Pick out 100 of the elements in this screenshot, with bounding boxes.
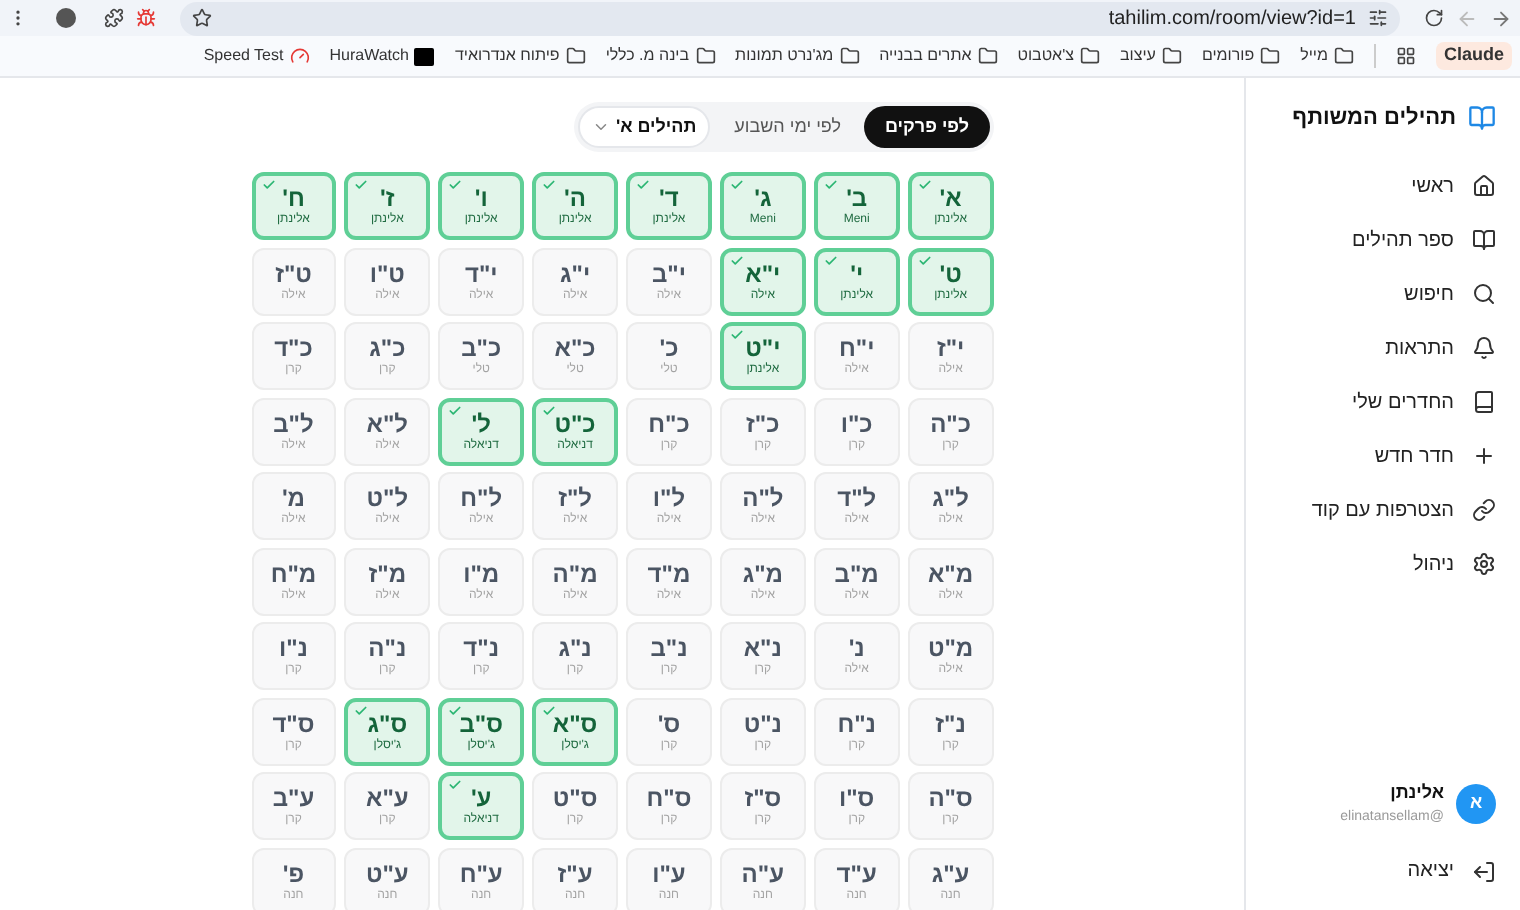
logout-link[interactable]: יציאה: [1407, 856, 1454, 886]
chapter-number: ט"ו: [369, 259, 405, 287]
chapter-number: פ': [282, 859, 305, 887]
chapter-number: ס"ח: [646, 784, 692, 812]
user-avatar: א: [1456, 784, 1496, 824]
chapter-number: מ"ו: [463, 559, 500, 587]
address-bar[interactable]: tahilim.com/room/view?id=1: [180, 1, 1400, 35]
chapter-number: ט': [939, 259, 962, 287]
logout-icon: [1472, 859, 1496, 883]
chapter-number: כ"ז: [746, 409, 780, 437]
open-book-icon: [1468, 104, 1496, 133]
bookmark-link[interactable]: בינה מ. כללי: [605, 44, 690, 68]
check-icon: [448, 778, 463, 792]
chapter-number: נ"ז: [935, 709, 966, 737]
bookmark-link[interactable]: פורומים: [1201, 44, 1255, 68]
folder-icon: [1333, 46, 1354, 66]
chapter-number: י': [850, 259, 864, 287]
chapter-number: ע': [470, 784, 492, 812]
chapter-number: ס"א: [552, 709, 598, 737]
folder-icon: [1161, 46, 1182, 66]
chapter-number: י"ד: [464, 259, 498, 287]
chapter-number: מ"ד: [647, 559, 691, 587]
chapter-number: ל"ט: [366, 484, 409, 512]
bug-icon[interactable]: [136, 8, 156, 28]
bookmark-link[interactable]: Speed Test: [203, 44, 284, 68]
chapter-number: ס': [657, 709, 681, 737]
book-icon: [1472, 390, 1496, 414]
bookmark-link[interactable]: מייל: [1300, 44, 1328, 68]
check-icon: [542, 178, 557, 192]
sidebar-item[interactable]: הצטרפות עם קוד: [1311, 495, 1454, 525]
sidebar-item[interactable]: חיפוש: [1404, 279, 1454, 309]
chapter-number: ל"א: [366, 409, 409, 437]
chapter-number: נ"ג: [558, 634, 592, 662]
check-icon: [918, 253, 933, 267]
chapter-number: ט"ז: [275, 259, 312, 287]
chapter-number: ל"ח: [460, 484, 503, 512]
folder-icon: [1260, 46, 1281, 66]
chapter-number: ל"ג: [932, 484, 969, 512]
bookmark-link[interactable]: פיתוח אנדרואיד: [454, 44, 560, 68]
chapter-number: ס"ו: [839, 784, 875, 812]
chapter-number: י"ז: [936, 334, 965, 362]
check-icon: [730, 253, 745, 267]
tune-icon[interactable]: [1368, 8, 1388, 28]
chapter-number: ע"ה: [741, 859, 785, 887]
bookmark-link[interactable]: HuraWatch: [329, 44, 409, 68]
book-select[interactable]: תהילים א': [578, 106, 711, 148]
bookmark-chip[interactable]: Claude: [1435, 42, 1512, 70]
chapter-number: ל"ה: [742, 484, 784, 512]
chapter-number: י"ח: [838, 334, 875, 362]
open-book-icon: [1472, 228, 1496, 252]
chapter-number: מ"ט: [927, 634, 974, 662]
chapter-number: ל"ז: [558, 484, 592, 512]
apps-grid-icon[interactable]: [1395, 46, 1416, 66]
chapter-number: כ"ח: [648, 409, 690, 437]
chapter-number: ז': [380, 184, 395, 212]
chapter-number: מ"ה: [552, 559, 598, 587]
app-title: תהילים המשותף: [1292, 104, 1456, 134]
bookmark-link[interactable]: עיצוב: [1119, 44, 1156, 68]
sidebar-item[interactable]: ספר תהילים: [1351, 225, 1454, 255]
check-icon: [824, 253, 839, 267]
chapter-number: ע"א: [366, 784, 409, 812]
bookmark-link[interactable]: צ'אטבוט: [1017, 44, 1074, 68]
chapter-number: ל"ד: [837, 484, 877, 512]
chapter-number: כ"ו: [840, 409, 873, 437]
check-icon: [542, 703, 557, 717]
chapter-number: ס"ה: [928, 784, 973, 812]
bell-icon: [1472, 336, 1496, 360]
chapter-number: כ"ב: [461, 334, 502, 362]
sidebar-item[interactable]: החדרים שלי: [1352, 387, 1454, 417]
chapter-number: ב': [846, 184, 868, 212]
chapter-number: ג': [754, 184, 772, 212]
sidebar-item[interactable]: התראות: [1385, 333, 1454, 363]
chapter-number: כ"א: [554, 334, 596, 362]
view-tab[interactable]: לפי ימי השבוע: [714, 106, 861, 148]
check-icon: [730, 178, 745, 192]
forward-icon[interactable]: [1490, 7, 1512, 29]
gauge-icon: [289, 46, 310, 66]
sidebar-item[interactable]: ניהול: [1412, 549, 1454, 579]
check-icon: [448, 403, 463, 417]
chapter-number: נ"ה: [368, 634, 407, 662]
chapter-number: מ': [281, 484, 306, 512]
sidebar-item[interactable]: ראשי: [1411, 171, 1454, 201]
check-icon: [542, 403, 557, 417]
chapter-number: כ"ג: [369, 334, 406, 362]
bookmark-link[interactable]: אתרים בבנייה: [879, 44, 972, 68]
user-name: אלינתן: [1388, 780, 1444, 806]
chapter-number: ח': [282, 184, 305, 212]
sidebar-item[interactable]: חדר חדש: [1374, 441, 1454, 471]
puzzle-icon[interactable]: [104, 8, 124, 28]
reload-icon[interactable]: [1424, 8, 1444, 28]
chapter-number: ס"ט: [552, 784, 598, 812]
chapter-number: ה': [564, 184, 587, 212]
bookmark-link[interactable]: מג'נרט תמונות: [735, 44, 834, 68]
folder-icon: [1079, 46, 1100, 66]
star-icon[interactable]: [192, 8, 212, 28]
folder-icon: [839, 46, 860, 66]
chapter-number: מ"ב: [834, 559, 879, 587]
view-tab[interactable]: לפי פרקים: [864, 106, 989, 148]
chapter-number: נ"א: [743, 634, 782, 662]
avatar-icon[interactable]: [56, 8, 76, 28]
